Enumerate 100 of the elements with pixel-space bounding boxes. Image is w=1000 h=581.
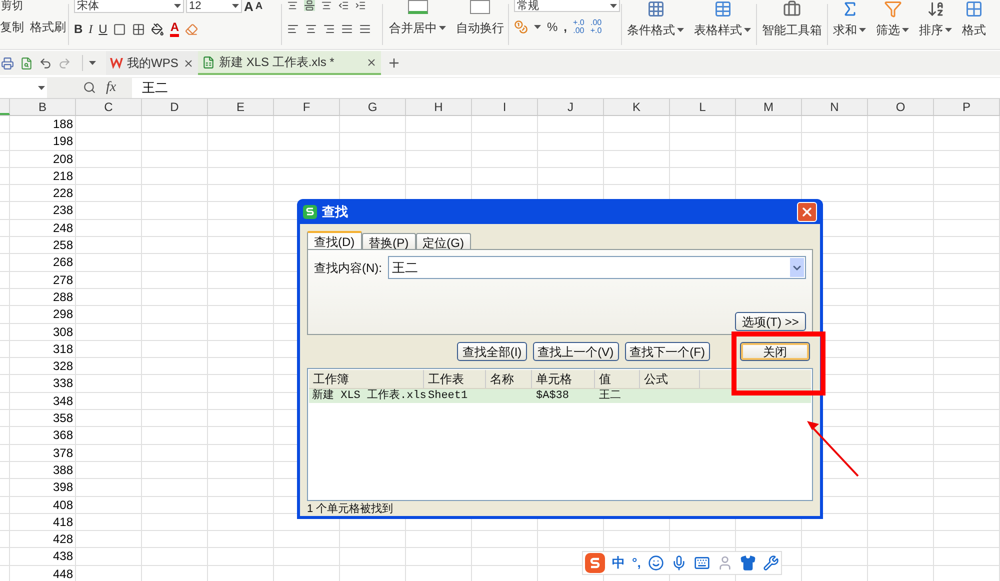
column-header[interactable]: G	[340, 99, 406, 115]
column-header[interactable]: N	[802, 99, 868, 115]
format-painter-button[interactable]: 格式刷	[30, 20, 66, 34]
find-input[interactable]: 王二	[388, 256, 806, 279]
border-icon[interactable]	[113, 22, 126, 36]
keyboard-icon[interactable]	[694, 555, 710, 571]
copy-button[interactable]: 复制	[0, 20, 24, 34]
column-header[interactable]: K	[604, 99, 670, 115]
column-header[interactable]: J	[538, 99, 604, 115]
indent-increase-icon[interactable]	[355, 0, 366, 11]
italic-button[interactable]: I	[88, 22, 93, 36]
cut-button[interactable]: 剪切	[0, 0, 68, 12]
justify-icon[interactable]	[341, 23, 353, 35]
close-icon[interactable]	[183, 58, 194, 68]
caret-icon	[902, 28, 909, 32]
print-icon[interactable]	[1, 56, 14, 70]
column-header[interactable]: 公式	[640, 370, 700, 388]
caret-icon	[744, 28, 751, 32]
column-header[interactable]: 值	[595, 370, 640, 388]
align-right-icon[interactable]	[323, 23, 335, 35]
document-tab[interactable]: 新建 XLS 工作表.xls *	[198, 51, 381, 75]
column-header[interactable]: O	[868, 99, 934, 115]
column-header[interactable]: 名称	[486, 370, 532, 388]
wrap-text-button[interactable]: 自动换行	[452, 0, 508, 49]
column-header[interactable]: L	[670, 99, 736, 115]
status-text: 1 个单元格被找到	[307, 502, 394, 516]
print-preview-icon[interactable]	[20, 56, 33, 70]
underline-button[interactable]: U	[98, 22, 108, 36]
table-cell: 288	[10, 288, 76, 306]
currency-icon[interactable]	[514, 20, 528, 34]
punctuation-toggle[interactable]: °,	[632, 553, 641, 573]
column-header[interactable]: F	[274, 99, 340, 115]
dialog-title: 查找	[322, 202, 349, 221]
table-cell: 278	[10, 272, 76, 288]
ribbon-tool-button[interactable]: 筛选	[871, 0, 914, 49]
find-action-button[interactable]: 查找全部(I)	[457, 342, 527, 360]
close-icon[interactable]	[366, 56, 377, 68]
column-header[interactable]: P	[934, 99, 1000, 115]
align-center-icon[interactable]	[305, 23, 317, 35]
column-header[interactable]: D	[142, 99, 208, 115]
ribbon-tool-button[interactable]: 条件格式	[622, 0, 689, 49]
document-tab[interactable]: 我的WPS	[106, 51, 198, 75]
align-left-icon[interactable]	[287, 23, 299, 35]
result-row[interactable]: 新建 XLS 工作表.xls Sheet1 $A$38 王二	[309, 389, 811, 403]
align-middle-icon[interactable]	[304, 0, 315, 11]
find-action-button[interactable]: 查找上一个(V)	[532, 342, 619, 360]
merge-center-button[interactable]: 合并居中	[383, 0, 452, 49]
find-action-button[interactable]: 查找下一个(F)	[624, 342, 710, 360]
new-tab-icon[interactable]	[387, 56, 401, 70]
column-header[interactable]: H	[406, 99, 472, 115]
column-header[interactable]: E	[208, 99, 274, 115]
ribbon-tool-button[interactable]: 求和	[828, 0, 871, 49]
grow-font-button[interactable]: A	[244, 0, 254, 13]
input-mode-toggle[interactable]: 中	[612, 553, 625, 573]
indent-decrease-icon[interactable]	[338, 0, 349, 11]
dialog-tab[interactable]: 替换(P)	[362, 233, 416, 249]
table-cell: 248	[10, 220, 76, 236]
dialog-tab[interactable]: 定位(G)	[416, 233, 471, 249]
function-label[interactable]: fx	[106, 77, 116, 98]
formula-input[interactable]: 王二	[132, 78, 1000, 98]
font-color-button[interactable]: A	[170, 21, 180, 37]
column-header[interactable]: I	[472, 99, 538, 115]
column-header[interactable]: C	[76, 99, 142, 115]
column-header[interactable]: M	[736, 99, 802, 115]
bold-button[interactable]: B	[74, 22, 83, 36]
column-header[interactable]: 工作簿	[309, 370, 424, 388]
ribbon-tool-button[interactable]: 智能工具箱	[757, 0, 827, 49]
input-method-logo-icon[interactable]	[585, 553, 605, 573]
align-top-icon[interactable]	[287, 0, 298, 11]
ribbon-tool-button[interactable]: 表格样式	[689, 0, 756, 49]
cell-style-icon[interactable]	[132, 22, 146, 36]
column-header[interactable]: 单元格	[532, 370, 595, 388]
dialog-close-button[interactable]: 关闭	[740, 342, 810, 360]
comma-button[interactable]: ,	[564, 18, 568, 36]
close-button[interactable]	[797, 202, 817, 222]
options-button[interactable]: 选项(T) >>	[735, 312, 806, 331]
wrench-icon[interactable]	[762, 555, 779, 571]
column-header[interactable]: B	[10, 99, 76, 115]
decrease-decimal-button[interactable]: .00 +.0	[590, 19, 602, 35]
dialog-tab[interactable]: 查找(D)	[307, 231, 362, 249]
undo-icon[interactable]	[39, 56, 52, 70]
eraser-icon[interactable]	[185, 22, 198, 36]
align-bottom-icon[interactable]	[321, 0, 332, 11]
annotation-arrow	[807, 421, 859, 477]
ribbon-tool-button[interactable]: 格式	[957, 0, 991, 49]
shirt-icon[interactable]	[740, 555, 756, 571]
table-cell: 368	[10, 427, 76, 444]
distribute-icon[interactable]	[359, 23, 371, 35]
emoji-icon[interactable]	[648, 555, 664, 571]
fill-color-icon[interactable]	[151, 22, 164, 36]
microphone-icon[interactable]	[670, 555, 687, 571]
dropdown-button[interactable]	[790, 258, 804, 277]
shrink-font-button[interactable]: A	[255, 0, 263, 13]
percent-button[interactable]: %	[547, 18, 558, 36]
zoom-icon[interactable]	[83, 81, 96, 94]
increase-decimal-button[interactable]: +.0 .00	[573, 19, 584, 35]
ribbon-tool-button[interactable]: 排序	[914, 0, 957, 49]
font-size-select[interactable]: 12	[186, 0, 242, 13]
column-header[interactable]: 工作表	[424, 370, 486, 388]
wps-logo-icon	[110, 58, 123, 68]
